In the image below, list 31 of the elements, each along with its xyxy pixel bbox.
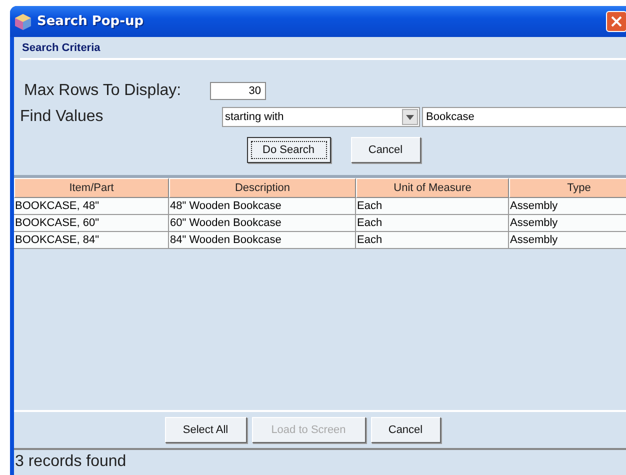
- column-header[interactable]: Item/Part: [14, 178, 169, 198]
- footer-button[interactable]: Select All: [164, 417, 246, 443]
- close-icon: [611, 16, 622, 27]
- table-cell: BOOKCASE, 48": [14, 198, 169, 215]
- footer-button[interactable]: Cancel: [370, 417, 440, 443]
- table-cell: Assembly: [509, 215, 626, 232]
- section-title: Search Criteria: [22, 42, 100, 54]
- field-label: Find Values: [20, 108, 104, 126]
- table-cell: Assembly: [509, 198, 626, 215]
- close-button[interactable]: [606, 11, 626, 32]
- column-header[interactable]: Type: [509, 178, 626, 198]
- table-cell: 84" Wooden Bookcase: [169, 232, 356, 249]
- window-title: Search Pop-up: [37, 14, 144, 29]
- max-rows-field[interactable]: 30: [210, 82, 266, 100]
- criteria-button[interactable]: Cancel: [350, 137, 420, 163]
- table-cell: Each: [356, 198, 509, 215]
- table-cell: Each: [356, 232, 509, 249]
- search-field[interactable]: Bookcase: [422, 107, 626, 127]
- table-cell: 48" Wooden Bookcase: [169, 198, 356, 215]
- column-header[interactable]: Unit of Measure: [356, 178, 509, 198]
- criteria-button[interactable]: Do Search: [246, 137, 330, 163]
- operator-dropdown[interactable]: starting with: [222, 107, 420, 127]
- status-text: 3 records found: [14, 453, 126, 471]
- field-label: Max Rows To Display:: [23, 82, 182, 100]
- table-cell: Each: [356, 215, 509, 232]
- table-cell: Assembly: [509, 232, 626, 249]
- table-cell: BOOKCASE, 84": [14, 232, 169, 249]
- cube-icon: [14, 12, 32, 30]
- column-header[interactable]: Description: [169, 178, 356, 198]
- table-cell: 60" Wooden Bookcase: [169, 215, 356, 232]
- table-cell: BOOKCASE, 60": [14, 215, 169, 232]
